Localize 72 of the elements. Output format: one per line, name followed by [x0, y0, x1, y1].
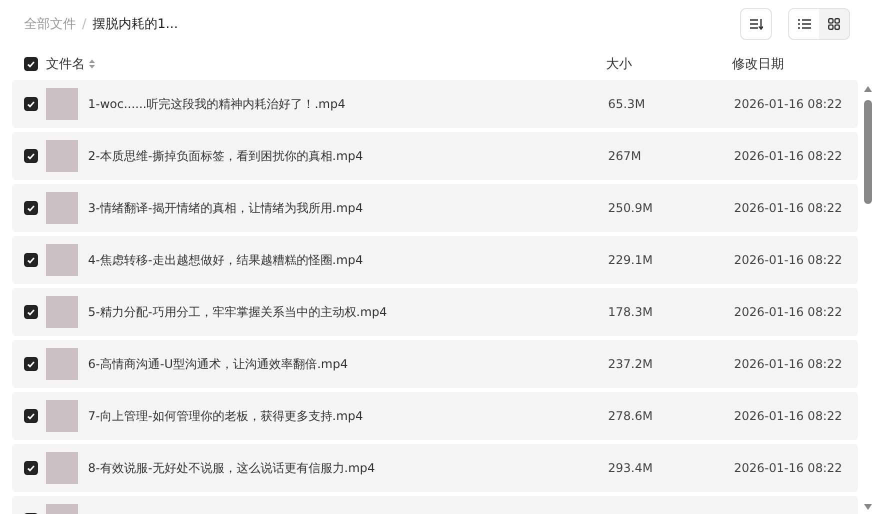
file-size: 237.2M	[608, 357, 653, 371]
row-checkbox[interactable]	[24, 305, 38, 319]
file-size: 65.3M	[608, 97, 646, 111]
modified-date: 2026-01-16 08:22	[734, 409, 842, 423]
file-size: 178.3M	[608, 305, 653, 319]
modified-date: 2026-01-16 08:22	[734, 461, 842, 475]
file-row[interactable]: 8-有效说服-无好处不说服，这么说话更有信服力.mp4 293.4M 2026-01-16 08:22	[12, 444, 858, 492]
sort-icon	[749, 18, 763, 30]
file-name: 3-情绪翻译-揭开情绪的真相，让情绪为我所用.mp4	[88, 200, 364, 214]
file-row[interactable]: 4-焦虑转移-走出越想做好，结果越糟糕的怪圈.mp4 229.1M 2026-01-16 08:22	[12, 236, 858, 284]
file-row[interactable]: 6-高情商沟通-U型沟通术，让沟通效率翻倍.mp4 237.2M 2026-01-16 08:22	[12, 340, 858, 388]
file-row[interactable]: 5-精力分配-巧用分工，牢牢掌握关系当中的主动权.mp4 178.3M 2026-01-16 08:22	[12, 288, 858, 336]
check-icon	[27, 464, 35, 472]
sort-button[interactable]	[740, 8, 772, 40]
photo-placeholder	[46, 88, 78, 120]
modified-date: 2026-01-16 08:22	[734, 201, 842, 215]
row-checkbox[interactable]	[24, 357, 38, 371]
photo-placeholder	[46, 192, 78, 224]
file-name: 4-焦虑转移-走出越想做好，结果越糟糕的怪圈.mp4	[88, 252, 364, 266]
row-checkbox[interactable]	[24, 461, 38, 475]
file-name: 1-woc......听完这段我的精神内耗治好了！.mp4	[88, 96, 346, 110]
file-row[interactable]: 1-woc......听完这段我的精神内耗治好了！.mp4 65.3M 2026-01-16 08:22	[12, 80, 858, 128]
photo-placeholder	[46, 296, 78, 328]
file-size: 278.6M	[608, 409, 653, 423]
sort-arrows-icon[interactable]	[89, 59, 95, 69]
grid-icon	[828, 18, 840, 30]
file-name: 8-有效说服-无好处不说服，这么说话更有信服力.mp4	[88, 460, 376, 474]
row-checkbox[interactable]	[24, 409, 38, 423]
file-size: 267M	[608, 149, 642, 163]
modified-date: 2026-01-16 08:22	[734, 149, 842, 163]
file-size: 229.1M	[608, 253, 653, 267]
breadcrumb-item: 摆脱内耗的1...	[92, 16, 178, 33]
file-row[interactable]: 7-向上管理-如何管理你的老板，获得更多支持.mp4 278.6M 2026-01-16 08:22	[12, 392, 858, 440]
check-icon	[27, 100, 35, 108]
photo-placeholder	[46, 244, 78, 276]
file-name: 5-精力分配-巧用分工，牢牢掌握关系当中的主动权.mp4	[88, 304, 388, 318]
check-icon	[27, 152, 35, 160]
row-checkbox[interactable]	[24, 253, 38, 267]
check-icon	[27, 412, 35, 420]
file-row[interactable]: 3-情绪翻译-揭开情绪的真相，让情绪为我所用.mp4 250.9M 2026-01-16 08:22	[12, 184, 858, 232]
modified-date: 2026-01-16 08:22	[734, 305, 842, 319]
file-size: 293.4M	[608, 461, 653, 475]
file-size: 250.9M	[608, 201, 653, 215]
photo-placeholder	[46, 348, 78, 380]
check-icon	[27, 204, 35, 212]
modified-date: 2026-01-16 08:22	[734, 357, 842, 371]
column-header[interactable]: 大小	[606, 55, 732, 73]
photo-placeholder	[46, 452, 78, 484]
file-name: 2-本质思维-撕掉负面标签，看到困扰你的真相.mp4	[88, 148, 364, 162]
file-name: 6-高情商沟通-U型沟通术，让沟通效率翻倍.mp4	[88, 356, 348, 370]
check-icon	[27, 256, 35, 264]
modified-date: 2026-01-16 08:22	[734, 97, 842, 111]
row-checkbox[interactable]	[24, 201, 38, 215]
select-all-checkbox[interactable]	[24, 57, 38, 71]
photo-placeholder	[46, 140, 78, 172]
column-header[interactable]: 修改日期	[732, 55, 784, 73]
row-checkbox[interactable]	[24, 97, 38, 111]
scroll-up-icon[interactable]	[864, 86, 872, 92]
list-icon	[798, 19, 810, 29]
scrollbar-thumb[interactable]	[864, 100, 872, 204]
check-icon	[27, 308, 35, 316]
scroll-down-icon[interactable]	[864, 504, 872, 510]
row-checkbox[interactable]	[24, 149, 38, 163]
check-icon	[27, 60, 35, 68]
photo-placeholder	[46, 400, 78, 432]
file-name: 7-向上管理-如何管理你的老板，获得更多支持.mp4	[88, 408, 364, 422]
breadcrumb-separator: /	[82, 16, 86, 32]
check-icon	[27, 360, 35, 368]
column-header[interactable]: 文件名	[46, 55, 85, 73]
list-view-button[interactable]	[789, 9, 819, 39]
file-row[interactable]: 2-本质思维-撕掉负面标签，看到困扰你的真相.mp4 267M 2026-01-16 08:22	[12, 132, 858, 180]
modified-date: 2026-01-16 08:22	[734, 253, 842, 267]
